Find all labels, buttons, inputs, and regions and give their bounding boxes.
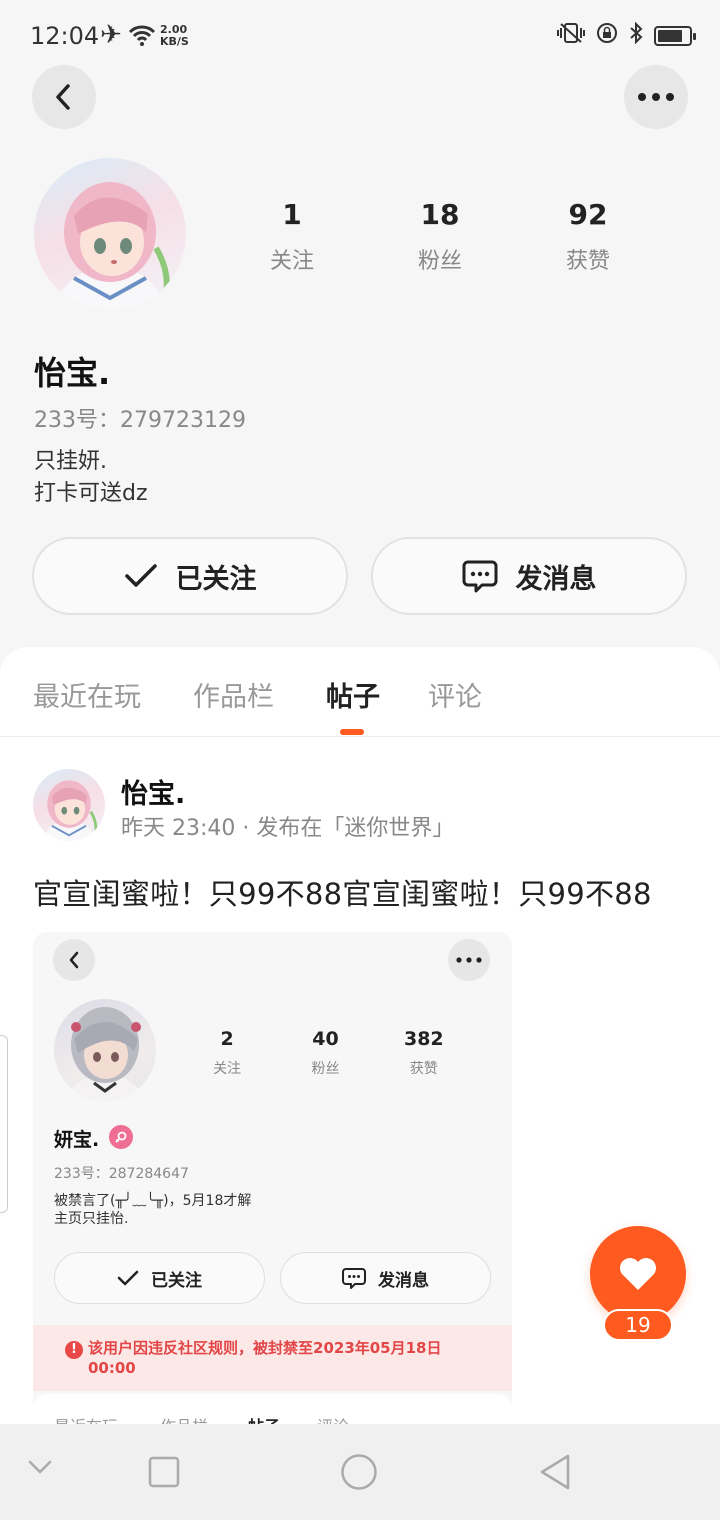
embedded-following-label: 关注 xyxy=(213,1061,242,1077)
more-icon xyxy=(638,93,674,101)
embedded-more-button xyxy=(448,939,490,981)
tab-recently-played[interactable]: 最近在玩 xyxy=(33,675,141,714)
tab-comments[interactable]: 评论 xyxy=(428,675,482,714)
status-time: 12:04 xyxy=(30,22,100,50)
status-bar: 12:04 ✈ 2.00 KB/S xyxy=(0,0,720,72)
follow-button[interactable]: 已关注 xyxy=(32,537,348,615)
more-icon xyxy=(456,957,482,963)
post-text: 官宣闺蜜啦！只99不88官宣闺蜜啦！只99不88 xyxy=(33,877,652,911)
rotation-lock-icon xyxy=(596,22,618,49)
followers-count: 18 xyxy=(420,198,460,231)
system-nav-bar xyxy=(0,1424,720,1520)
embedded-back-button xyxy=(53,939,95,981)
embedded-uid: 233号：287284647 xyxy=(54,1166,189,1182)
profile-name: 怡宝. xyxy=(34,354,111,392)
message-button-label: 发消息 xyxy=(515,563,597,595)
more-options-button[interactable] xyxy=(624,65,688,129)
chevron-left-icon xyxy=(56,84,70,110)
embedded-following-stat: 2 关注 xyxy=(178,1028,276,1078)
following-stat[interactable]: 1 关注 xyxy=(218,198,366,275)
embedded-likes-stat: 382 获赞 xyxy=(375,1028,473,1078)
like-count-badge: 19 xyxy=(603,1309,673,1341)
checkmark-icon xyxy=(117,1270,139,1286)
content-panel: 最近在玩 作品栏 帖子 评论 怡宝. 昨天 23:40 · 发布在「迷你世界」 … xyxy=(0,647,720,1520)
airplane-icon: ✈ xyxy=(100,20,122,50)
collapse-nav-button[interactable] xyxy=(26,1458,54,1480)
embedded-stats: 2 关注 40 粉丝 382 获赞 xyxy=(178,1028,473,1078)
post-meta: 昨天 23:40 · 发布在「迷你世界」 xyxy=(121,816,455,841)
profile-tabs: 最近在玩 作品栏 帖子 评论 xyxy=(0,647,720,737)
message-button[interactable]: 发消息 xyxy=(371,537,687,615)
embedded-likes-count: 382 xyxy=(403,1028,444,1050)
embedded-following-count: 2 xyxy=(220,1028,234,1050)
likes-label: 获赞 xyxy=(565,249,610,274)
wifi-icon xyxy=(128,24,156,50)
system-back-button[interactable] xyxy=(538,1453,572,1495)
embedded-message-button: 发消息 xyxy=(280,1252,491,1304)
active-tab-indicator xyxy=(340,729,364,735)
embedded-follow-button: 已关注 xyxy=(54,1252,265,1304)
chevron-down-icon xyxy=(28,1460,52,1474)
triangle-back-icon xyxy=(540,1454,570,1490)
square-icon xyxy=(148,1456,180,1488)
side-panel-handle[interactable] xyxy=(0,1035,8,1213)
embedded-message-label: 发消息 xyxy=(378,1270,429,1291)
followers-stat[interactable]: 18 粉丝 xyxy=(366,198,514,275)
following-label: 关注 xyxy=(269,249,314,274)
embedded-follow-label: 已关注 xyxy=(151,1270,202,1291)
chevron-left-icon xyxy=(69,951,79,969)
embedded-bio-line: 主页只挂怡. xyxy=(54,1211,129,1227)
followers-label: 粉丝 xyxy=(417,249,462,274)
embedded-followers-label: 粉丝 xyxy=(311,1061,340,1077)
status-icons xyxy=(556,21,696,49)
embedded-followers-count: 40 xyxy=(312,1028,339,1050)
profile-stats: 1 关注 18 粉丝 92 获赞 xyxy=(218,198,662,275)
heart-icon xyxy=(620,1258,656,1290)
likes-stat[interactable]: 92 获赞 xyxy=(514,198,662,275)
embedded-followers-stat: 40 粉丝 xyxy=(276,1028,374,1078)
follow-button-label: 已关注 xyxy=(175,563,257,595)
ban-warning-banner: ! 该用户因违反社区规则，被封禁至2023年05月18日 00:00 xyxy=(33,1325,512,1391)
battery-icon xyxy=(654,25,696,46)
ban-warning-text: 该用户因违反社区规则，被封禁至2023年05月18日 00:00 xyxy=(88,1339,442,1377)
vibrate-icon xyxy=(556,22,586,49)
female-icon xyxy=(109,1125,133,1149)
following-count: 1 xyxy=(282,198,302,231)
embedded-bio-line: 被禁言了(╥╯﹏╰╥)，5月18才解 xyxy=(54,1193,252,1209)
back-button[interactable] xyxy=(32,65,96,129)
likes-count: 92 xyxy=(568,198,608,231)
like-button[interactable] xyxy=(590,1226,686,1322)
profile-bio: 只挂妍. 打卡可送dz xyxy=(34,446,148,510)
embedded-likes-label: 获赞 xyxy=(409,1061,438,1077)
tab-works[interactable]: 作品栏 xyxy=(193,675,274,714)
checkmark-icon xyxy=(124,564,157,587)
tab-posts[interactable]: 帖子 xyxy=(326,675,380,714)
warning-icon: ! xyxy=(65,1341,83,1359)
post-image[interactable]: 2 关注 40 粉丝 382 获赞 妍宝. 233号：287284647 被禁言… xyxy=(33,932,512,1432)
bio-line: 打卡可送dz xyxy=(34,481,148,506)
embedded-profile-name: 妍宝. xyxy=(54,1129,100,1151)
profile-avatar[interactable] xyxy=(34,158,186,310)
post-author-avatar[interactable] xyxy=(33,769,105,841)
chat-bubble-icon xyxy=(342,1268,366,1289)
chat-bubble-icon xyxy=(462,560,497,593)
recents-button[interactable] xyxy=(148,1456,180,1492)
bluetooth-icon xyxy=(628,21,644,49)
profile-uid: 233号：279723129 xyxy=(34,408,246,433)
circle-icon xyxy=(341,1454,377,1490)
embedded-avatar xyxy=(54,999,156,1101)
embedded-bio: 被禁言了(╥╯﹏╰╥)，5月18才解 主页只挂怡. xyxy=(54,1192,251,1228)
post-author-name[interactable]: 怡宝. xyxy=(121,772,185,811)
home-button[interactable] xyxy=(340,1453,378,1495)
bio-line: 只挂妍. xyxy=(34,449,107,474)
network-speed: 2.00 KB/S xyxy=(160,23,189,48)
